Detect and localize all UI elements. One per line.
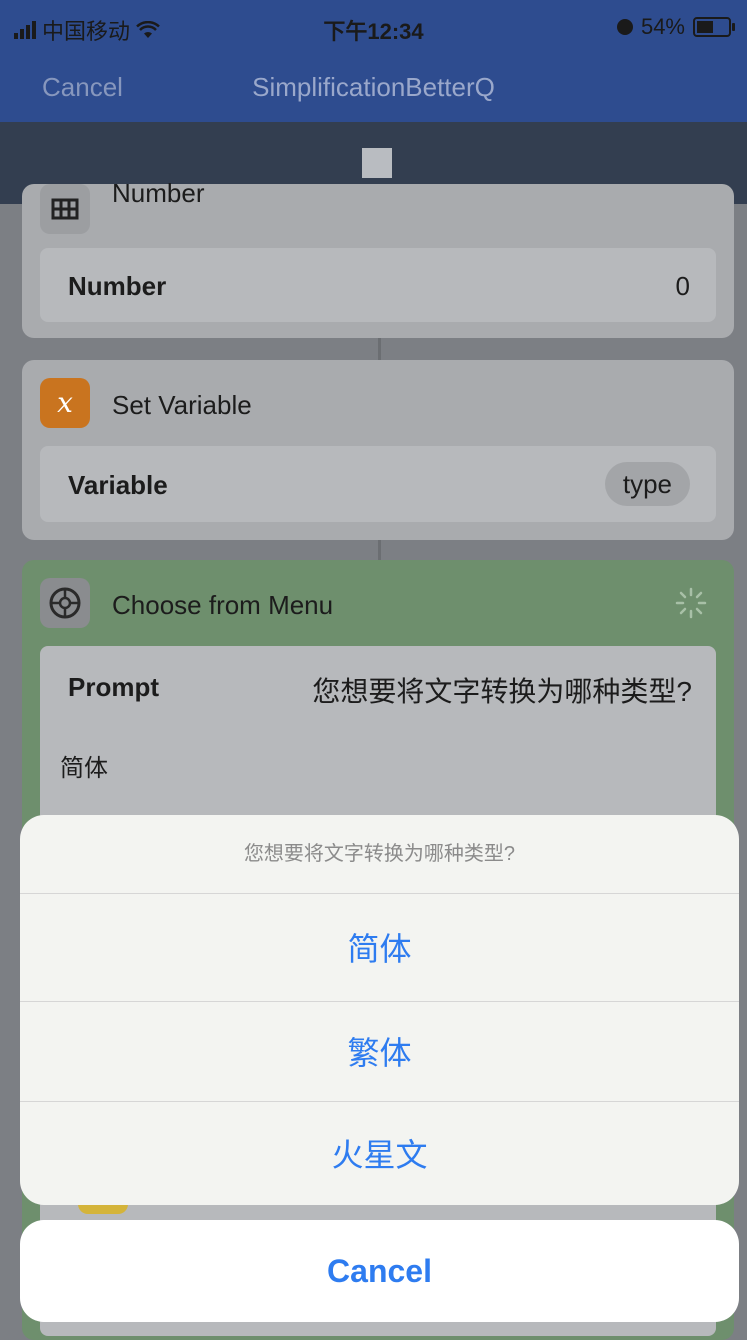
variable-icon: x bbox=[40, 378, 90, 428]
action-sheet-cancel-button[interactable]: Cancel bbox=[20, 1220, 739, 1322]
variable-icon-glyph: x bbox=[57, 386, 73, 419]
number-action-title: Number bbox=[112, 178, 205, 208]
variable-field[interactable]: Variable type bbox=[40, 446, 716, 522]
number-action-card[interactable]: Number Number 0 bbox=[22, 178, 734, 338]
option-divider bbox=[20, 1101, 739, 1102]
flow-connector bbox=[378, 338, 381, 360]
menu-item-1[interactable]: 简体 bbox=[60, 748, 108, 783]
navigation-bar: Cancel SimplificationBetterQ bbox=[0, 56, 747, 122]
action-sheet: 您想要将文字转换为哪种类型? 简体 繁体 火星文 bbox=[20, 815, 739, 1205]
action-option-traditional[interactable]: 繁体 bbox=[20, 1001, 739, 1105]
battery-percent: 54% bbox=[640, 14, 685, 39]
action-option-martian[interactable]: 火星文 bbox=[20, 1103, 739, 1205]
set-variable-action-card[interactable]: x Set Variable Variable type bbox=[22, 360, 734, 540]
nav-title: SimplificationBetterQ bbox=[252, 72, 495, 102]
status-right: 54% bbox=[616, 14, 735, 40]
choose-menu-title: Choose from Menu bbox=[112, 590, 334, 620]
number-field-value[interactable]: 0 bbox=[676, 271, 690, 302]
number-field[interactable]: Number 0 bbox=[40, 248, 716, 322]
number-icon bbox=[40, 184, 90, 234]
gear-icon bbox=[40, 578, 90, 628]
action-option-simplified[interactable]: 简体 bbox=[20, 897, 739, 1001]
prompt-label: Prompt bbox=[68, 672, 159, 702]
variable-name-chip[interactable]: type bbox=[604, 462, 690, 506]
status-bar: 中国移动 下午12:34 54% bbox=[0, 0, 747, 56]
prompt-value[interactable]: 您想要将文字转换为哪种类型? bbox=[312, 670, 692, 710]
variable-field-label: Variable bbox=[68, 470, 168, 500]
set-variable-title: Set Variable bbox=[112, 390, 252, 420]
action-sheet-prompt: 您想要将文字转换为哪种类型? bbox=[20, 815, 739, 894]
stop-icon[interactable] bbox=[362, 148, 392, 178]
battery-icon bbox=[693, 17, 735, 37]
alarm-icon bbox=[616, 19, 633, 35]
number-field-label: Number bbox=[68, 271, 167, 301]
spinner-icon bbox=[675, 587, 707, 619]
flow-connector bbox=[378, 540, 381, 562]
